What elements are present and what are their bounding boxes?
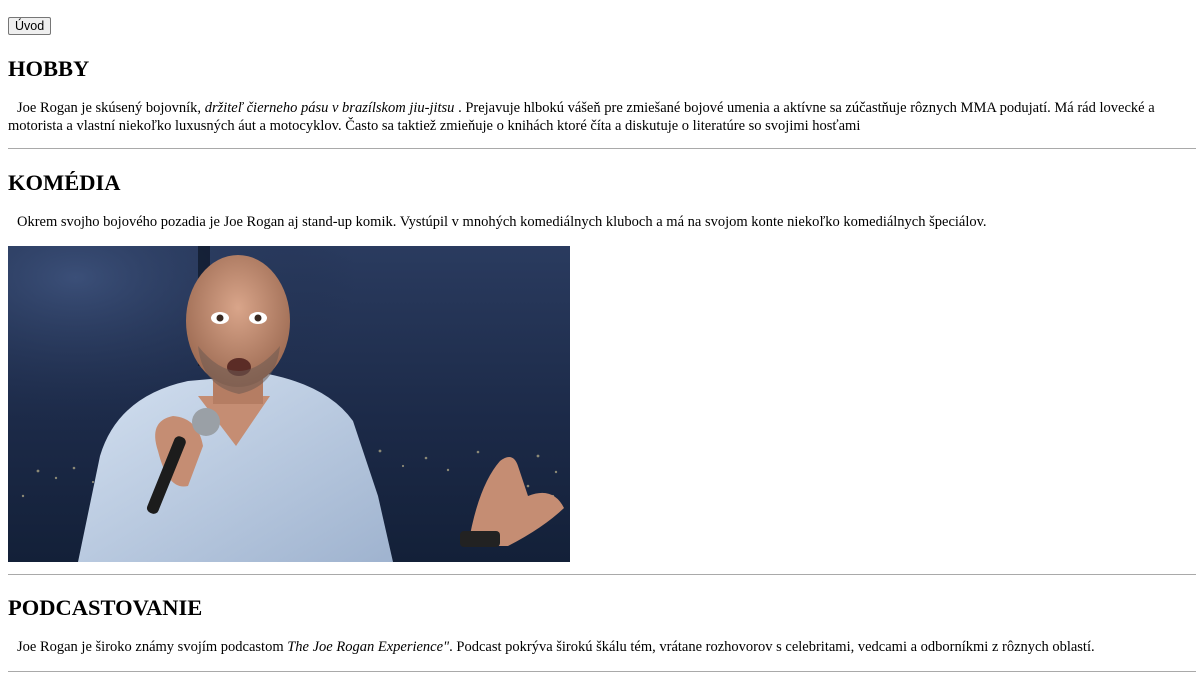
podcast-heading: PODCASTOVANIE bbox=[8, 595, 203, 620]
podcast-text-end: . Podcast pokrýva širokú škálu tém, vrát… bbox=[449, 639, 1095, 655]
hobby-heading: HOBBY bbox=[8, 56, 90, 81]
hobby-text-emphasis: držiteľ čierneho pásu v brazílskom jiu-j… bbox=[204, 100, 455, 116]
podcast-paragraph: Joe Rogan je široko známy svojím podcast… bbox=[8, 638, 1196, 656]
joe-rogan-standup-photo bbox=[8, 246, 570, 562]
comedy-heading: KOMÉDIA bbox=[8, 170, 121, 195]
intro-button[interactable]: Úvod bbox=[8, 17, 52, 35]
podcast-text-start: Joe Rogan je široko známy svojím podcast… bbox=[17, 639, 288, 655]
comedy-paragraph: Okrem svojho bojového pozadia je Joe Rog… bbox=[17, 214, 987, 230]
divider-podcast bbox=[8, 671, 1196, 672]
hobby-text-start: Joe Rogan je skúsený bojovník, bbox=[17, 100, 205, 116]
divider-comedy bbox=[8, 574, 1196, 575]
hobby-paragraph: Joe Rogan je skúsený bojovník, držiteľ č… bbox=[8, 99, 1196, 135]
divider-hobby bbox=[8, 148, 1196, 149]
podcast-text-emphasis: The Joe Rogan Experience" bbox=[287, 639, 450, 655]
